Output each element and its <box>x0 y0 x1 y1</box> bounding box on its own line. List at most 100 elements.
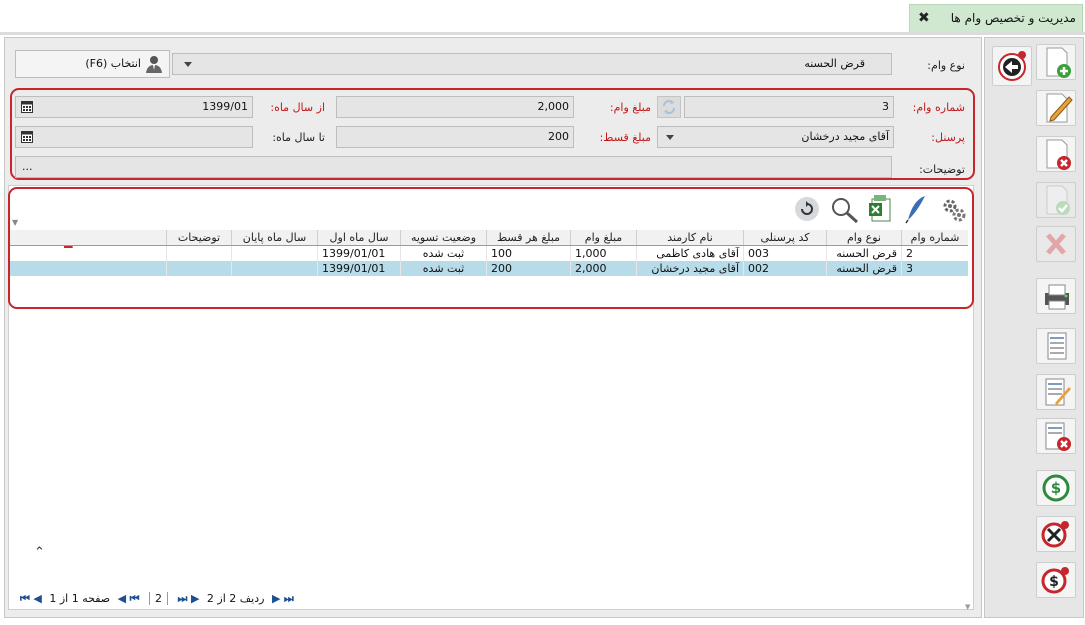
page-size[interactable]: 2 <box>149 592 169 605</box>
print-button[interactable] <box>1036 278 1076 314</box>
table-cell: 200 <box>486 261 571 276</box>
group-panel-arrow[interactable]: ▼ <box>12 218 18 227</box>
column-header-empty <box>10 230 167 246</box>
description-field[interactable]: ... <box>15 156 892 178</box>
back-icon <box>998 51 1026 81</box>
calendar-icon[interactable] <box>21 100 33 113</box>
window-tab[interactable]: مدیریت و تخصیص وام ها ✖ <box>909 4 1083 32</box>
loan-amount-label: مبلغ وام: <box>609 101 651 114</box>
form-edit-button[interactable] <box>1036 374 1076 410</box>
payment-refund-button[interactable]: $ <box>1036 562 1076 598</box>
prev-row-icon[interactable]: ◀ <box>33 592 41 605</box>
select-employee-button[interactable]: انتخاب (F6) <box>15 50 170 78</box>
table-cell: آقای هادی کاظمی <box>636 245 744 261</box>
description-value: ... <box>22 160 33 173</box>
add-document-icon <box>1046 47 1071 78</box>
calendar-icon[interactable] <box>21 130 33 143</box>
next-page-icon[interactable]: ▶ <box>272 592 280 605</box>
table-row[interactable]: 2 قرض الحسنه 003 آقای هادی کاظمی 1,000 1… <box>10 245 968 261</box>
dollar-icon: $ <box>1042 474 1070 502</box>
tab-title: مدیریت و تخصیص وام ها <box>950 11 1076 25</box>
table-cell: 1,000 <box>570 245 637 261</box>
svg-text:$: $ <box>1051 479 1061 497</box>
loan-number-field[interactable]: 3 <box>684 96 894 118</box>
column-header[interactable]: وضعیت تسویه <box>400 230 487 246</box>
to-month-field[interactable] <box>15 126 253 148</box>
installment-value: 200 <box>548 130 569 143</box>
add-button[interactable] <box>1036 44 1076 80</box>
refresh-icon[interactable] <box>794 196 820 222</box>
installment-field[interactable]: 200 <box>336 126 574 148</box>
table-cell: 1399/01/01 <box>317 245 401 261</box>
excel-export-icon[interactable] <box>868 194 894 224</box>
collapse-caret-icon[interactable]: ⌃ <box>34 545 45 560</box>
table-row-selected[interactable]: 3 قرض الحسنه 002 آقای مجید درخشان 2,000 … <box>10 261 968 276</box>
column-header[interactable]: مبلغ وام <box>570 230 637 246</box>
loan-type-select[interactable]: قرض الحسنه <box>172 53 892 75</box>
from-month-field[interactable]: 1399/01 <box>15 96 253 118</box>
cancel-button[interactable] <box>1036 226 1076 262</box>
from-month-value: 1399/01 <box>202 100 248 113</box>
table-cell <box>166 245 232 261</box>
tab-divider <box>0 32 1085 35</box>
loan-amount-value: 2,000 <box>537 100 570 113</box>
column-header[interactable]: شماره وام <box>901 230 968 246</box>
column-header[interactable]: نوع وام <box>826 230 902 246</box>
form-view-button[interactable] <box>1036 328 1076 364</box>
form-edit-icon <box>1045 378 1071 406</box>
personnel-select[interactable]: آقای مجید درخشان <box>657 126 894 148</box>
column-header[interactable]: توضیحات <box>166 230 232 246</box>
close-icon[interactable]: ✖ <box>918 10 930 26</box>
table-cell: 1399/01/01 <box>317 261 401 276</box>
form-document-icon <box>1047 332 1067 360</box>
payment-button[interactable]: $ <box>1036 470 1076 506</box>
svg-text:$: $ <box>1049 574 1059 590</box>
column-header[interactable]: سال ماه پایان <box>231 230 318 246</box>
back-button[interactable] <box>992 46 1032 86</box>
payment-cancel-button[interactable] <box>1036 516 1076 552</box>
cancel-icon <box>1046 233 1066 255</box>
first-row-icon[interactable]: ⏮ <box>20 592 30 605</box>
feather-edit-icon[interactable] <box>903 194 929 224</box>
column-header[interactable]: نام کارمند <box>636 230 744 246</box>
table-cell: 002 <box>743 261 827 276</box>
search-icon[interactable] <box>830 196 860 224</box>
table-cell: آقای مجید درخشان <box>636 261 744 276</box>
chevron-down-icon[interactable] <box>184 62 192 67</box>
table-cell: 2,000 <box>570 261 637 276</box>
edit-button[interactable] <box>1036 90 1076 126</box>
loan-type-label: نوع وام: <box>927 59 965 72</box>
delete-button[interactable] <box>1036 136 1076 172</box>
column-header[interactable]: سال ماه اول <box>317 230 401 246</box>
column-header[interactable]: مبلغ هر قسط <box>486 230 571 246</box>
next-row-icon[interactable]: ▶ <box>191 592 199 605</box>
page-text: صفحه 1 از 1 <box>49 592 111 605</box>
print-icon <box>1045 284 1069 310</box>
table-cell: قرض الحسنه <box>826 261 902 276</box>
description-label: توضیحات: <box>919 163 965 176</box>
form-delete-button[interactable] <box>1036 418 1076 454</box>
confirm-button[interactable] <box>1036 182 1076 218</box>
table-cell: ثبت شده <box>400 261 487 276</box>
employee-icon <box>146 56 162 73</box>
loan-amount-field[interactable]: 2,000 <box>336 96 574 118</box>
table-cell: قرض الحسنه <box>826 245 902 261</box>
column-header[interactable]: کد پرسنلی <box>743 230 827 246</box>
last-page-icon[interactable]: ⏭ <box>284 592 294 605</box>
first-page-icon[interactable]: ⏮ <box>130 592 140 605</box>
prev-page-icon[interactable]: ◀ <box>118 592 126 605</box>
loan-number-value: 3 <box>882 100 889 113</box>
dollar-refund-icon: $ <box>1041 567 1069 594</box>
table-cell <box>231 261 318 276</box>
from-month-label: از سال ماه: <box>270 101 325 114</box>
loan-number-label: شماره وام: <box>912 101 965 114</box>
settings-icon[interactable] <box>940 196 968 224</box>
loan-type-value: قرض الحسنه <box>804 57 865 70</box>
table-cell: 100 <box>486 245 571 261</box>
refresh-number-button[interactable] <box>657 96 681 118</box>
last-row-icon[interactable]: ⏭ <box>178 592 188 605</box>
confirm-icon <box>1046 185 1070 215</box>
row-text: ردیف 2 از 2 <box>206 592 265 605</box>
chevron-down-icon[interactable] <box>666 135 674 140</box>
scroll-down-arrow[interactable]: ▼ <box>965 603 970 611</box>
